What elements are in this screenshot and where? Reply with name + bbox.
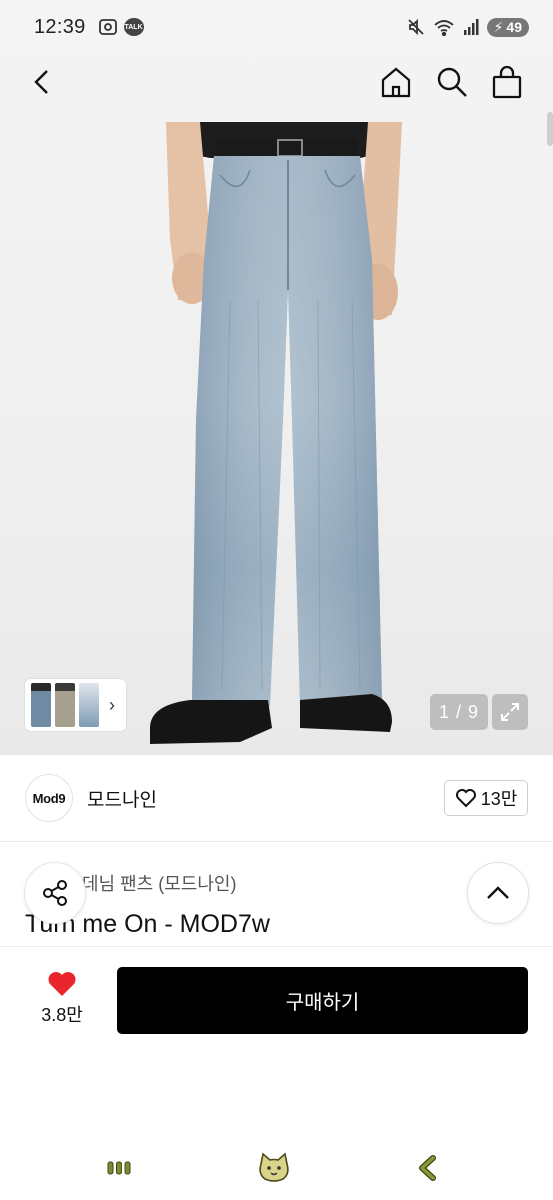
wish-button[interactable]: 3.8만 — [30, 969, 94, 1027]
cat-face-icon — [259, 1152, 289, 1182]
status-time: 12:39 — [34, 15, 86, 38]
battery-level: 49 — [506, 19, 522, 35]
scroll-indicator — [547, 112, 553, 146]
thumbnail-1[interactable] — [31, 683, 51, 727]
mute-icon — [407, 18, 424, 36]
brand-like-count: 13만 — [480, 789, 518, 809]
scroll-top-button[interactable] — [467, 862, 529, 924]
system-status-bar: 12:39 TALK ⚡ 49 — [0, 0, 553, 54]
screenshot-icon — [98, 19, 117, 35]
share-icon — [43, 880, 67, 906]
top-navigation — [0, 54, 553, 146]
search-button[interactable] — [432, 62, 472, 102]
chevron-right-icon: › — [109, 694, 115, 715]
system-navigation-bar — [0, 1140, 553, 1200]
chevron-left-icon — [34, 70, 48, 94]
heart-filled-icon — [48, 972, 76, 996]
chevron-up-icon — [487, 886, 509, 899]
battery-leaf-icon: ⚡ — [493, 18, 504, 35]
brand-name[interactable]: 모드나인 — [87, 785, 157, 812]
wish-count: 3.8만 — [41, 1005, 83, 1025]
wifi-icon — [433, 20, 454, 36]
back-nav-button[interactable] — [408, 1148, 448, 1188]
image-page-counter: 1 / 9 — [430, 694, 488, 730]
home-nav-button[interactable] — [254, 1148, 294, 1188]
home-icon — [381, 67, 411, 98]
share-button[interactable] — [24, 862, 86, 924]
search-icon — [437, 67, 467, 97]
heart-outline-icon — [455, 789, 476, 808]
purchase-bar: 3.8만 구매하기 — [0, 946, 553, 1046]
back-arrow-icon — [419, 1155, 436, 1181]
product-info: 데님 팬츠 (모드나인) Turn me On - MOD7w — [0, 842, 553, 946]
buy-button[interactable]: 구매하기 — [117, 967, 528, 1034]
product-category[interactable]: 데님 팬츠 (모드나인) — [82, 870, 236, 896]
recent-apps-button[interactable] — [99, 1148, 139, 1188]
back-button[interactable] — [22, 62, 62, 102]
thumbnail-3[interactable] — [79, 683, 99, 727]
thumbnail-2[interactable] — [55, 683, 75, 727]
battery-indicator: ⚡ 49 — [486, 17, 529, 37]
product-photo-jeans — [150, 122, 402, 744]
brand-logo[interactable]: Mod9 — [25, 774, 73, 822]
signal-icon — [463, 19, 479, 35]
home-button[interactable] — [376, 62, 416, 102]
product-image-gallery[interactable]: › 1 / 9 — [0, 0, 553, 755]
brand-row: Mod9 모드나인 13만 — [0, 755, 553, 842]
shopping-bag-icon — [492, 65, 522, 99]
recent-apps-icon — [107, 1161, 131, 1175]
brand-like-button[interactable]: 13만 — [444, 780, 528, 816]
kakaotalk-icon: TALK — [123, 18, 144, 36]
cart-button[interactable] — [487, 62, 527, 102]
expand-image-button[interactable] — [492, 694, 528, 730]
expand-icon — [501, 703, 519, 721]
thumbnail-strip[interactable]: › — [25, 679, 126, 731]
